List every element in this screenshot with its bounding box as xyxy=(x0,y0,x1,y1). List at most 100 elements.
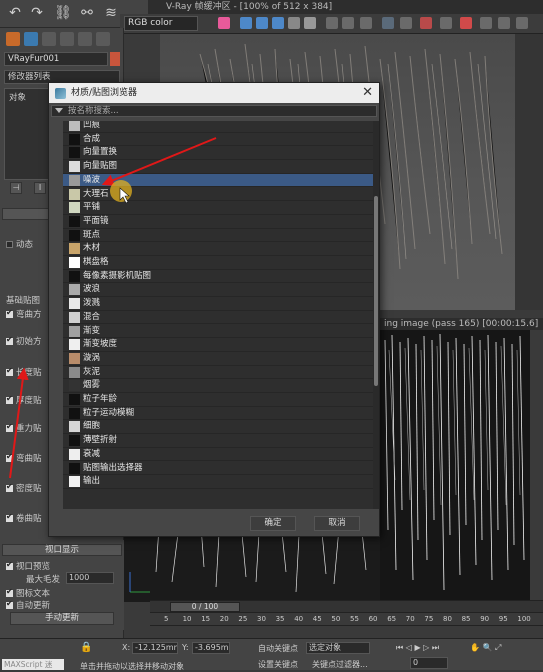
list-scrollbar[interactable] xyxy=(373,121,379,509)
utilities-tab-icon[interactable] xyxy=(96,32,110,46)
map-list-item[interactable]: 衰减 xyxy=(63,448,373,462)
channel-select[interactable]: RGB color xyxy=(124,16,198,31)
map-list-item[interactable]: 渐变 xyxy=(63,325,373,339)
playback-controls[interactable]: ⏮ ◁ ▶ ▷ ⏭ xyxy=(396,643,439,653)
option-row[interactable]: 重力贴 xyxy=(6,422,42,434)
clear-image-icon[interactable] xyxy=(360,17,372,29)
motion-tab-icon[interactable] xyxy=(60,32,74,46)
map-list-item[interactable]: 木材 xyxy=(63,242,373,256)
viewport-display-rollout[interactable]: 视口显示 xyxy=(2,544,122,556)
save-image-icon[interactable] xyxy=(326,17,338,29)
cancel-button[interactable]: 取消 xyxy=(314,516,360,531)
dynamic-row[interactable]: 动态 xyxy=(6,238,33,250)
map-list-item[interactable]: 波浪 xyxy=(63,283,373,298)
option-row[interactable]: 厚度贴 xyxy=(6,394,42,406)
display-tab-icon[interactable] xyxy=(78,32,92,46)
option-row[interactable]: 卷曲贴 xyxy=(6,512,42,524)
map-list-item[interactable]: 噪波 xyxy=(63,173,373,188)
map-list[interactable]: 凹痕 合成 向量置换 向量贴图 噪波 大理石 平铺 平面镜 斑点 木材 棋盘格 每像素摄影机贴图 波浪泼… xyxy=(63,121,373,509)
ok-button[interactable]: 确定 xyxy=(250,516,296,531)
x-coordinate-field[interactable]: -12.125mm xyxy=(132,642,178,654)
map-list-item[interactable]: 灰泥 xyxy=(63,366,373,380)
load-image-icon[interactable] xyxy=(342,17,354,29)
map-list-item[interactable]: 烟雾 xyxy=(63,379,373,393)
object-name-field[interactable]: VRayFur001 xyxy=(4,52,108,66)
render-progress-title: ing image (pass 165) [00:00:15.6] xyxy=(380,318,543,330)
green-channel-icon[interactable] xyxy=(256,17,268,29)
color-picker-icon[interactable] xyxy=(218,17,230,29)
icon-text-row[interactable]: 图标文本 xyxy=(6,587,50,599)
map-list-item[interactable]: 粒子年龄 xyxy=(63,393,373,407)
blue-channel-icon[interactable] xyxy=(272,17,284,29)
map-list-item[interactable]: 输出 xyxy=(63,475,373,489)
scrollbar-thumb[interactable] xyxy=(374,196,378,386)
undo-icon[interactable]: ↶ xyxy=(6,4,24,22)
option-row[interactable]: 弯曲方 xyxy=(6,308,42,320)
bind-spacewarp-icon[interactable]: ≋ xyxy=(102,4,120,22)
map-list-item[interactable]: 向量置换 xyxy=(63,146,373,161)
max-hairs-spinner[interactable]: 1000 xyxy=(66,572,114,584)
map-list-item[interactable]: 斑点 xyxy=(63,229,373,243)
pin-stack-icon[interactable]: ⊣ xyxy=(10,182,22,194)
map-list-item[interactable]: 泼溅 xyxy=(63,297,373,311)
auto-key-button[interactable]: 自动关键点 xyxy=(258,643,298,654)
map-list-item[interactable]: 渐变坡度 xyxy=(63,338,373,352)
link-to-render-icon[interactable] xyxy=(480,17,492,29)
map-list-item[interactable]: 凹痕 xyxy=(63,121,373,133)
hierarchy-tab-icon[interactable] xyxy=(42,32,56,46)
search-field[interactable]: 按名称搜索... xyxy=(51,105,377,117)
duplicate-to-mfb-icon[interactable] xyxy=(382,17,394,29)
red-channel-icon[interactable] xyxy=(240,17,252,29)
map-list-item[interactable]: 薄壁折射 xyxy=(63,434,373,448)
object-color-swatch[interactable] xyxy=(110,52,120,66)
map-list-item[interactable]: 平面镜 xyxy=(63,215,373,229)
time-slider-track[interactable]: 0 / 100 xyxy=(150,600,543,612)
map-list-item[interactable]: 棋盘格 xyxy=(63,256,373,270)
timeline-tick: 20 xyxy=(219,615,229,623)
y-coordinate-field[interactable]: -3.695m xyxy=(192,642,230,654)
option-row[interactable]: 弯曲贴 xyxy=(6,452,42,464)
render-icon[interactable] xyxy=(460,17,472,29)
link-icon[interactable]: ⛓ xyxy=(54,4,72,22)
map-list-item[interactable]: 合成 xyxy=(63,133,373,147)
map-list-item[interactable]: 混合 xyxy=(63,311,373,325)
viewport-preview-row[interactable]: 视口预览 xyxy=(6,560,50,572)
unlink-icon[interactable]: ⚯ xyxy=(78,4,96,22)
history-icon[interactable] xyxy=(516,17,528,29)
stop-render-icon[interactable] xyxy=(440,17,452,29)
maxscript-listener[interactable]: MAXScript 迷 xyxy=(2,659,64,670)
option-row[interactable]: 初始方 xyxy=(6,335,42,347)
map-list-item[interactable]: 向量贴图 xyxy=(63,160,373,174)
map-list-item[interactable]: 贴图输出选择器 xyxy=(63,462,373,476)
track-mouse-icon[interactable] xyxy=(400,17,412,29)
selection-set-dropdown[interactable]: 选定对象 xyxy=(306,642,370,654)
map-list-item[interactable]: 粒子运动模糊 xyxy=(63,407,373,421)
track-bar[interactable]: 5 10 15 20 25 30 35 40 45 50 55 60 65 70 75 80 85 90 95 100 xyxy=(150,612,543,626)
option-row[interactable]: 长度贴 xyxy=(6,366,42,378)
set-key-button[interactable]: 设置关键点 xyxy=(258,659,298,670)
close-icon[interactable]: ✕ xyxy=(362,84,373,102)
option-row[interactable]: 密度贴 xyxy=(6,482,42,494)
show-end-result-icon[interactable]: I xyxy=(34,182,46,194)
tools-icon[interactable] xyxy=(498,17,510,29)
key-filters-button[interactable]: 关键点过滤器... xyxy=(312,659,368,670)
modify-tab-icon[interactable] xyxy=(24,32,38,46)
navigation-controls[interactable]: ✋ 🔍 ⤢ xyxy=(470,643,501,653)
map-list-item[interactable]: 大理石 xyxy=(63,188,373,202)
chevron-down-icon[interactable] xyxy=(55,108,63,113)
redo-icon[interactable]: ↷ xyxy=(28,4,46,22)
selection-lock-icon[interactable]: 🔒 xyxy=(80,642,92,653)
current-frame-field[interactable]: 0 xyxy=(410,657,448,669)
map-list-item[interactable]: 漩涡 xyxy=(63,352,373,366)
auto-update-row[interactable]: 自动更新 xyxy=(6,599,50,611)
region-render-icon[interactable] xyxy=(420,17,432,29)
create-tab-icon[interactable] xyxy=(6,32,20,46)
mono-icon[interactable] xyxy=(304,17,316,29)
map-list-item[interactable]: 细胞 xyxy=(63,420,373,435)
manual-update-button[interactable]: 手动更新 xyxy=(10,612,114,625)
time-slider[interactable]: 0 / 100 xyxy=(170,602,240,612)
map-list-item[interactable]: 平铺 xyxy=(63,201,373,215)
dynamic-checkbox[interactable] xyxy=(6,241,13,248)
alpha-channel-icon[interactable] xyxy=(288,17,300,29)
map-list-item[interactable]: 每像素摄影机贴图 xyxy=(63,270,373,284)
